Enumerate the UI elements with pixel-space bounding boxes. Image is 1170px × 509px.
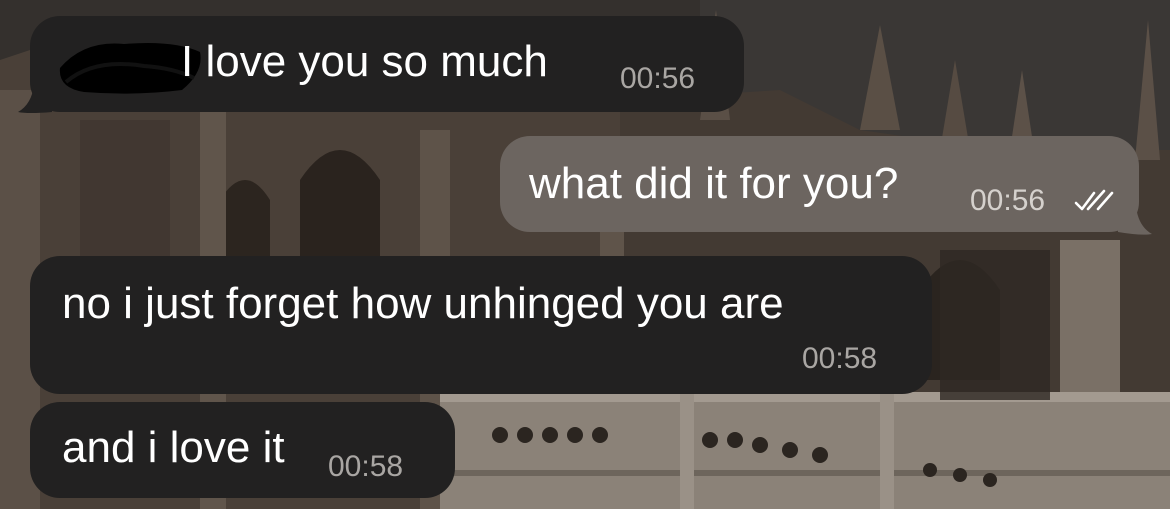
bubble-tail-icon bbox=[18, 84, 52, 113]
message-bubble-incoming[interactable]: no i just forget how unhinged you are 00… bbox=[30, 256, 932, 394]
message-timestamp: 00:58 bbox=[802, 342, 878, 375]
message-text: what did it for you? bbox=[529, 159, 899, 208]
double-check-read-icon bbox=[1074, 189, 1114, 211]
message-timestamp: 00:58 bbox=[328, 450, 404, 483]
message-timestamp: 00:56 bbox=[970, 184, 1046, 217]
message-text: and i love it bbox=[62, 423, 285, 472]
message-text: I love you so much bbox=[181, 37, 548, 86]
message-text: no i just forget how unhinged you are bbox=[62, 279, 784, 328]
message-timestamp: 00:56 bbox=[620, 62, 696, 95]
bubble-tail-icon bbox=[1118, 206, 1152, 235]
message-bubble-incoming[interactable]: I love you so much 00:56 bbox=[18, 16, 744, 113]
message-bubble-incoming[interactable]: and i love it 00:58 bbox=[30, 402, 455, 498]
message-bubble-outgoing[interactable]: what did it for you? 00:56 bbox=[500, 136, 1152, 235]
